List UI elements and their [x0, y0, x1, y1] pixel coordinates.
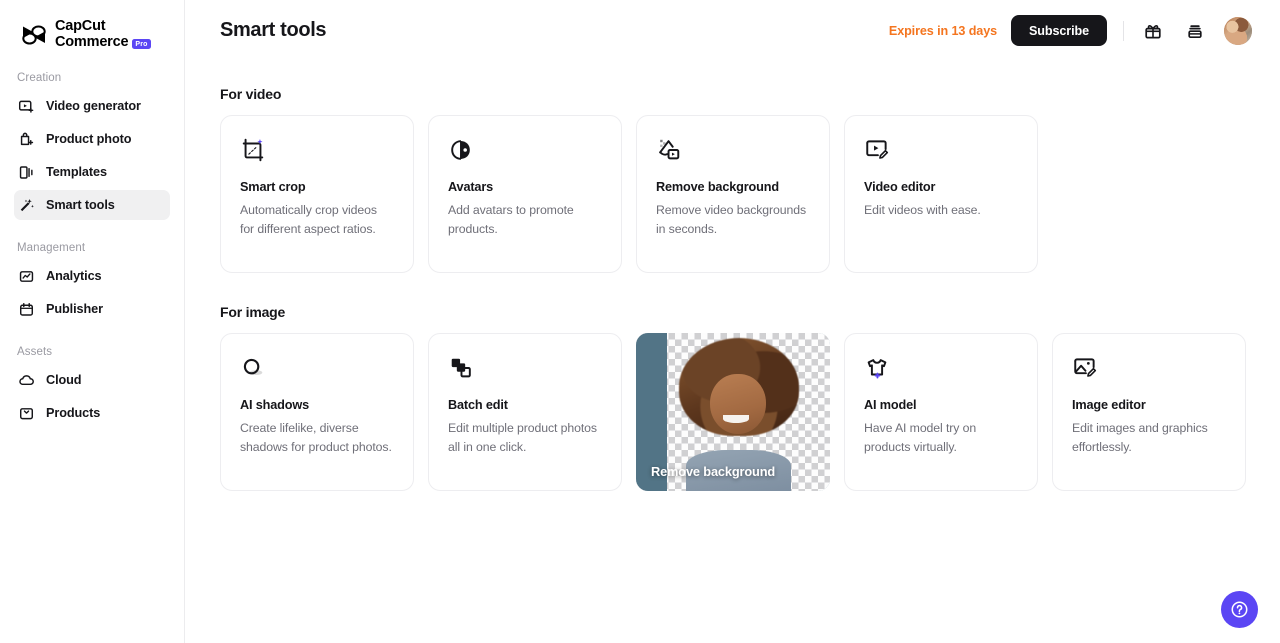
- video-editor-icon: [866, 140, 889, 159]
- app-root: CapCut Commerce Pro Creation Video gener…: [0, 0, 1280, 643]
- top-bar-actions: Expires in 13 days Subscribe: [889, 15, 1252, 46]
- card-description: Create lifelike, diverse shadows for pro…: [240, 421, 392, 454]
- card-title: Image editor: [1072, 398, 1146, 412]
- products-icon: [19, 407, 34, 419]
- sidebar-item-cloud[interactable]: Cloud: [14, 365, 170, 395]
- tool-card-remove-background-video[interactable]: Remove background Remove video backgroun…: [636, 115, 830, 273]
- top-bar: Smart tools Expires in 13 days Subscribe: [185, 0, 1280, 61]
- main-area: Smart tools Expires in 13 days Subscribe: [185, 0, 1280, 643]
- content-area: For video Smart crop Automatically crop …: [185, 86, 1280, 491]
- avatar-face-icon: [451, 140, 470, 160]
- templates-icon: [19, 165, 33, 179]
- photo-face: [709, 374, 766, 435]
- card-title: Video editor: [864, 180, 936, 194]
- app-logo[interactable]: CapCut Commerce Pro: [0, 0, 184, 52]
- section-heading-for-video: For video: [220, 86, 282, 102]
- card-title: Batch edit: [448, 398, 508, 412]
- header-divider: [1123, 20, 1124, 41]
- sidebar-item-publisher[interactable]: Publisher: [14, 294, 170, 324]
- card-title: AI shadows: [240, 398, 309, 412]
- card-title: AI model: [864, 398, 917, 412]
- sidebar-item-label: Analytics: [46, 269, 102, 283]
- remove-background-video-icon: [659, 139, 680, 160]
- page-title: Smart tools: [220, 19, 327, 41]
- batch-edit-icon: [451, 358, 471, 378]
- card-description: Remove video backgrounds in seconds.: [656, 203, 807, 236]
- sidebar-item-smart-tools[interactable]: Smart tools: [14, 190, 170, 220]
- sidebar-item-label: Cloud: [46, 373, 82, 387]
- section-heading-for-image: For image: [220, 304, 286, 320]
- logo-line-2: Commerce: [55, 33, 129, 50]
- magic-wand-icon: [20, 198, 34, 211]
- tool-card-batch-edit[interactable]: Batch edit Edit multiple product photos …: [428, 333, 622, 491]
- card-description: Have AI model try on products virtually.: [864, 421, 977, 454]
- stack-button[interactable]: [1182, 18, 1208, 44]
- sidebar-item-analytics[interactable]: Analytics: [14, 261, 170, 291]
- tool-card-ai-shadows[interactable]: AI shadows Create lifelike, diverse shad…: [220, 333, 414, 491]
- tool-card-video-editor[interactable]: Video editor Edit videos with ease.: [844, 115, 1038, 273]
- nav-section-management-title: Management: [17, 242, 86, 254]
- sidebar-item-templates[interactable]: Templates: [14, 157, 170, 187]
- card-row-for-image: AI shadows Create lifelike, diverse shad…: [220, 333, 1246, 491]
- card-description: Edit images and graphics effortlessly.: [1072, 421, 1208, 454]
- pro-badge: Pro: [132, 39, 151, 50]
- stack-icon: [1188, 24, 1202, 38]
- nav-section-assets-title: Assets: [17, 346, 53, 358]
- card-description: Automatically crop videos for different …: [240, 203, 377, 236]
- card-description: Edit videos with ease.: [864, 203, 981, 217]
- ai-model-icon: [867, 359, 887, 379]
- sidebar-item-video-generator[interactable]: Video generator: [14, 91, 170, 121]
- card-title: Remove background: [651, 464, 776, 479]
- tool-card-ai-model[interactable]: AI model Have AI model try on products v…: [844, 333, 1038, 491]
- video-generator-icon: [18, 100, 34, 113]
- expiry-notice: Expires in 13 days: [888, 23, 997, 38]
- subscribe-button[interactable]: Subscribe: [1011, 15, 1107, 46]
- sidebar-item-label: Product photo: [46, 132, 132, 146]
- tool-card-avatars[interactable]: Avatars Add avatars to promote products.: [428, 115, 622, 273]
- cloud-icon: [19, 374, 34, 385]
- sidebar-item-product-photo[interactable]: Product photo: [14, 124, 170, 154]
- logo-line-1: CapCut: [55, 18, 106, 34]
- nav-section-creation-title: Creation: [17, 72, 62, 84]
- publisher-icon: [19, 302, 34, 316]
- tool-card-smart-crop[interactable]: Smart crop Automatically crop videos for…: [220, 115, 414, 273]
- tool-card-remove-background-image[interactable]: Remove background: [636, 333, 830, 491]
- tool-card-image-editor[interactable]: Image editor Edit images and graphics ef…: [1052, 333, 1246, 491]
- sidebar-item-products[interactable]: Products: [14, 398, 170, 428]
- card-row-for-video: Smart crop Automatically crop videos for…: [220, 115, 1245, 273]
- image-editor-icon: [1074, 358, 1097, 377]
- gift-icon: [1145, 24, 1161, 38]
- help-button[interactable]: [1221, 591, 1258, 628]
- ai-shadows-icon: [243, 358, 263, 376]
- avatar-image: [1224, 16, 1252, 45]
- card-description: Edit multiple product photos all in one …: [448, 421, 597, 454]
- product-photo-icon: [20, 132, 34, 145]
- capcut-logo-icon: [22, 25, 46, 44]
- photo-smile: [723, 415, 749, 424]
- card-description: Add avatars to promote products.: [448, 203, 574, 236]
- card-title: Remove background: [656, 180, 779, 194]
- sidebar-item-label: Smart tools: [46, 198, 115, 212]
- card-title: Avatars: [448, 180, 494, 194]
- sidebar: CapCut Commerce Pro Creation Video gener…: [0, 0, 185, 643]
- sidebar-item-label: Video generator: [46, 99, 141, 113]
- sidebar-item-label: Templates: [46, 165, 107, 179]
- sidebar-item-label: Products: [46, 406, 101, 420]
- smart-crop-icon: [242, 138, 264, 162]
- analytics-icon: [19, 270, 34, 282]
- avatar[interactable]: [1224, 16, 1252, 45]
- card-title: Smart crop: [240, 180, 306, 194]
- sidebar-item-label: Publisher: [46, 302, 103, 316]
- gift-button[interactable]: [1140, 18, 1166, 44]
- help-question-icon: [1231, 601, 1248, 618]
